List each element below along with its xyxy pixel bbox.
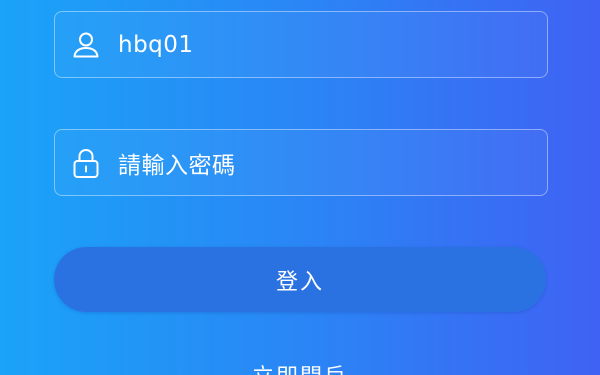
- open-account-link[interactable]: 立即開戶: [0, 359, 600, 375]
- login-button[interactable]: 登入: [54, 247, 546, 312]
- username-field[interactable]: hbq01: [54, 11, 548, 78]
- user-icon: [70, 29, 102, 61]
- password-field[interactable]: 請輸入密碼: [54, 129, 548, 196]
- username-value: hbq01: [118, 31, 194, 58]
- lock-icon: [70, 147, 102, 179]
- password-placeholder: 請輸入密碼: [118, 152, 236, 179]
